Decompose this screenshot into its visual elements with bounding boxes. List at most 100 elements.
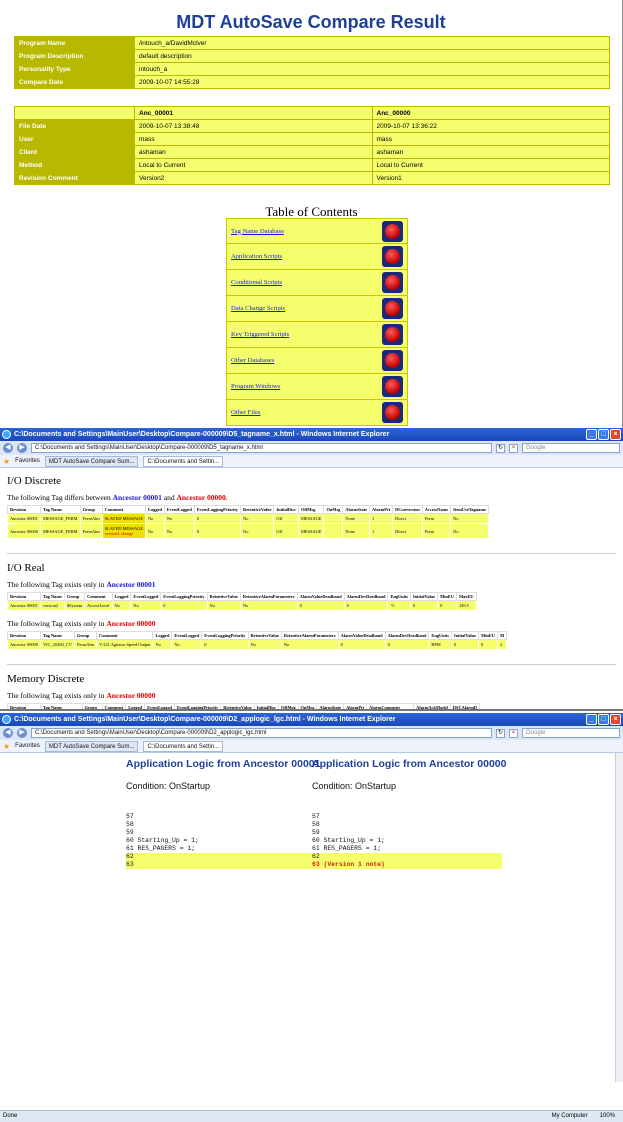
toc-link[interactable]: Other Files xyxy=(231,409,261,416)
table-cell: MESSAGE_FERM xyxy=(39,513,81,524)
cell-text: MESSAGE_FERM xyxy=(42,516,78,521)
table-cell: Direct xyxy=(392,523,423,539)
close-button[interactable]: × xyxy=(610,429,621,440)
tab-compare-summary[interactable]: MDT AutoSave Compare Sum... xyxy=(44,455,139,467)
favorites-button[interactable]: Favorites xyxy=(15,458,40,464)
table-cell: 0 xyxy=(410,600,439,611)
window-titlebar[interactable]: C:\Documents and Settings\MainUser\Deskt… xyxy=(0,428,623,441)
record-button-icon[interactable] xyxy=(382,220,403,242)
table-cell xyxy=(323,523,344,539)
ancestor-label: Ancestor 00001 xyxy=(106,580,156,589)
cell-text: Ferm xyxy=(424,516,435,521)
toc-item: Key Triggered Scripts xyxy=(226,322,408,348)
section-description: The following Tag differs between Ancest… xyxy=(7,493,616,502)
cell-text: No xyxy=(453,516,459,521)
column-header: Comment xyxy=(96,631,154,640)
info-label: Program Name xyxy=(14,36,135,50)
table-cell: 0 xyxy=(437,600,457,611)
column-header: EventLogged xyxy=(163,505,195,514)
cell-text: MESSAGE xyxy=(300,528,322,534)
column-header: ItemUseTagname xyxy=(450,505,489,514)
address-input[interactable]: C:\Documents and Settings\MainUser\Deskt… xyxy=(31,728,492,738)
column-header: Tag Name xyxy=(39,703,83,709)
forward-button[interactable]: ▶ xyxy=(17,443,27,453)
desc-text: The following Tag exists only in xyxy=(7,691,105,700)
table-cell: Ancestor 00000 xyxy=(7,523,41,539)
table-cell: Ancestor 00001 xyxy=(7,513,41,524)
column-header: RetentiveValue xyxy=(220,703,255,709)
info-value: default description xyxy=(134,49,610,63)
record-button-icon[interactable] xyxy=(382,272,403,293)
table-cell: SLAVED MESSAGE version1 change xyxy=(101,523,147,539)
left-title: Application Logic from Ancestor 00001 xyxy=(126,758,321,770)
address-input[interactable]: C:\Documents and Settings\MainUser\Deskt… xyxy=(31,443,492,453)
compare-value-b: ashaman xyxy=(371,145,610,159)
window-titlebar[interactable]: C:\Documents and Settings\MainUser\Deskt… xyxy=(0,713,623,726)
tab-compare-summary[interactable]: MDT AutoSave Compare Sum... xyxy=(44,740,139,752)
toc-link[interactable]: Other Databases xyxy=(231,357,274,364)
red-circle-icon xyxy=(385,301,400,316)
zoom-level[interactable]: 100% xyxy=(600,1111,615,1122)
toc-link[interactable]: Data Change Scripts xyxy=(231,305,285,312)
compare-value-a: ashaman xyxy=(134,145,373,159)
toc-link[interactable]: Program Windows xyxy=(231,383,280,390)
toc-link[interactable]: Application Scripts xyxy=(231,253,282,260)
tab-current[interactable]: C:\Documents and Settin... xyxy=(143,455,224,467)
red-circle-icon xyxy=(385,249,400,264)
record-button-icon[interactable] xyxy=(382,324,403,345)
desc-text: and xyxy=(163,493,175,502)
maximize-button[interactable]: □ xyxy=(598,429,609,440)
record-button-icon[interactable] xyxy=(382,350,403,371)
table-cell: Ancestor 00000 xyxy=(7,639,41,650)
column-header: EventLogged xyxy=(171,631,203,640)
compare-header: Anc_00000 xyxy=(371,106,610,120)
stop-button[interactable]: × xyxy=(509,728,518,738)
record-button-icon[interactable] xyxy=(382,298,403,319)
table-cell: No xyxy=(163,513,195,524)
column-header: AlarmDevDeadband xyxy=(343,592,389,601)
table-cell: 0 xyxy=(343,600,389,611)
compare-value-b: Version1 xyxy=(371,171,610,185)
address-bar-row: ◀ ▶ C:\Documents and Settings\MainUser\D… xyxy=(0,726,623,740)
divider xyxy=(7,664,616,665)
search-input[interactable]: Google xyxy=(522,443,620,453)
record-button-icon[interactable] xyxy=(382,376,403,397)
search-input[interactable]: Google xyxy=(522,728,620,738)
memory-discrete-table: Revision Tag Name Group Comment Logged EventL… xyxy=(7,703,481,709)
toc-link[interactable]: Key Triggered Scripts xyxy=(231,331,289,338)
refresh-button[interactable]: ↻ xyxy=(496,728,505,738)
toc-link[interactable]: Tag Name Database xyxy=(231,228,284,235)
table-cell: No xyxy=(247,639,282,650)
table-cell: version2 xyxy=(39,600,65,611)
program-info-table: Program Name/intouch_a/DavidMclver Progra… xyxy=(14,36,610,89)
back-button[interactable]: ◀ xyxy=(3,728,13,738)
table-of-contents: Tag Name Database Application Scripts Cond… xyxy=(226,218,408,426)
left-column: Application Logic from Ancestor 00001 Co… xyxy=(126,758,331,869)
favorites-button[interactable]: Favorites xyxy=(15,743,40,749)
info-row: Program Name/intouch_a/DavidMclver xyxy=(14,36,610,50)
column-header: Revision xyxy=(7,505,41,514)
table-cell: 0 xyxy=(296,600,345,611)
toc-link[interactable]: Conditional Scripts xyxy=(231,279,282,286)
cell-text: Ancestor 00001 xyxy=(10,516,38,521)
column-header: Tag Name xyxy=(39,592,65,601)
table-cell: No xyxy=(163,523,195,539)
maximize-button[interactable]: □ xyxy=(598,714,609,725)
minimize-button[interactable]: _ xyxy=(586,429,597,440)
close-button[interactable]: × xyxy=(610,714,621,725)
favorites-bar: ★ Favorites MDT AutoSave Compare Sum... … xyxy=(0,740,623,753)
record-button-icon[interactable] xyxy=(382,246,403,267)
revision-compare-table: Anc_00001 Anc_00000 File Date 2009-10-07 13… xyxy=(14,106,610,185)
stop-button[interactable]: × xyxy=(509,443,518,453)
forward-button[interactable]: ▶ xyxy=(17,728,27,738)
code-line: 59 xyxy=(126,829,134,836)
section-title-io-discrete: I/O Discrete xyxy=(7,475,62,487)
record-button-icon[interactable] xyxy=(382,402,403,423)
column-header: RetentiveAlarmParameters xyxy=(239,592,298,601)
divider xyxy=(7,553,616,554)
tab-current[interactable]: C:\Documents and Settin... xyxy=(143,740,224,752)
refresh-button[interactable]: ↻ xyxy=(496,443,505,453)
back-button[interactable]: ◀ xyxy=(3,443,13,453)
minimize-button[interactable]: _ xyxy=(586,714,597,725)
address-bar-row: ◀ ▶ C:\Documents and Settings\MainUser\D… xyxy=(0,441,623,455)
